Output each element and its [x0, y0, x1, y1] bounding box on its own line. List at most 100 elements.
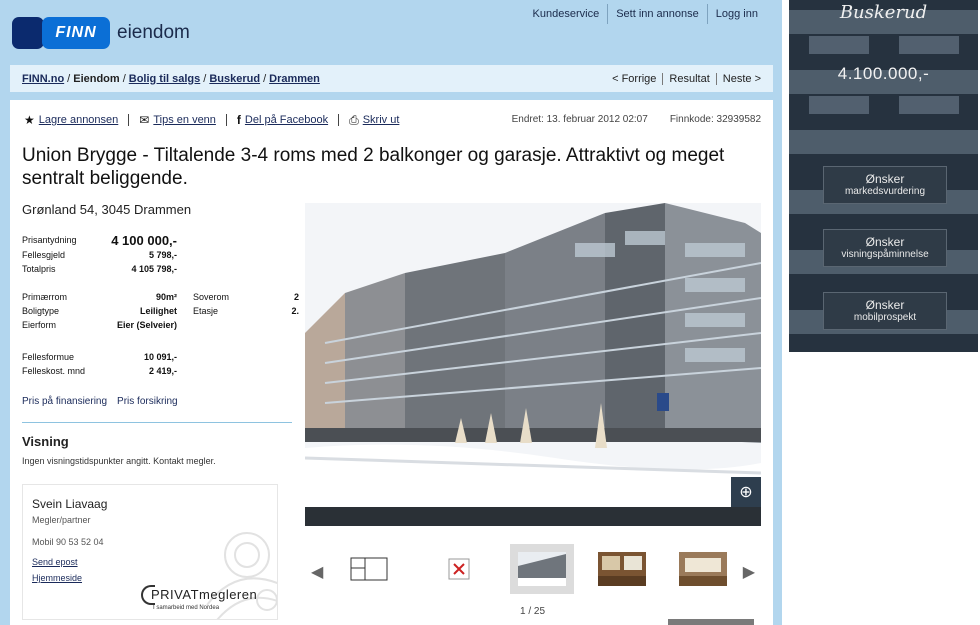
building-photo: [305, 203, 761, 507]
zoom-icon[interactable]: ⊕: [731, 477, 761, 507]
send-email-link[interactable]: Send epost: [32, 557, 78, 567]
changed-date: Endret: 13. februar 2012 02:07: [511, 114, 648, 125]
breadcrumb-buskerud[interactable]: Buskerud: [209, 73, 260, 85]
chevron-right-icon[interactable]: ▶: [743, 562, 755, 582]
ad-button-line2: visningspåminnelse: [841, 249, 929, 260]
thumbnail-interior-1[interactable]: [590, 544, 654, 594]
cost-value: 2 419,-: [148, 366, 177, 376]
fact-value: Leilighet: [139, 306, 177, 316]
broken-image-icon: [448, 558, 470, 580]
chevron-left-icon[interactable]: ◀: [311, 562, 323, 582]
agent-name: Svein Liavaag: [32, 497, 108, 511]
ad-mobile-prospect-button[interactable]: Ønsker mobilprospekt: [823, 292, 947, 330]
action-bar: ★ Lagre annonsen ✉ Tips en venn f Del på…: [24, 114, 409, 126]
top-link-sett-inn-annonse[interactable]: Sett inn annonse: [607, 4, 707, 24]
ad-viewing-reminder-button[interactable]: Ønsker visningspåminnelse: [823, 229, 947, 267]
bottom-tab[interactable]: [668, 619, 754, 625]
price-value: 5 798,-: [148, 250, 177, 260]
fact-value: Eier (Selveier): [116, 320, 177, 330]
cost-row: Felleskost. mnd 2 419,-: [22, 364, 177, 378]
ad-button-line2: markedsvurdering: [844, 186, 926, 197]
price-table: Prisantydning 4 100 000,- Fellesgjeld 5 …: [22, 232, 177, 276]
main-photo[interactable]: ⊕: [305, 203, 761, 507]
pager-previous[interactable]: < Forrige: [606, 73, 662, 85]
agent-role: Megler/partner: [32, 515, 91, 525]
photo-caption-bar: [305, 507, 761, 526]
price-key: Prisantydning: [22, 235, 77, 245]
facts-row: Boligtype Leilighet Etasje 2.: [22, 304, 299, 318]
breadcrumb-separator: /: [203, 72, 207, 85]
envelope-icon: ✉: [139, 113, 150, 127]
listing-panel: ★ Lagre annonsen ✉ Tips en venn f Del på…: [10, 100, 773, 625]
price-row: Prisantydning 4 100 000,-: [22, 232, 177, 248]
interior-thumb-image: [679, 552, 727, 586]
insurance-price-link[interactable]: Pris forsikring: [117, 396, 178, 407]
save-ad-label: Lagre annonsen: [38, 114, 119, 126]
top-link-kundeservice[interactable]: Kundeservice: [525, 4, 608, 24]
cost-row: Fellesformue 10 091,-: [22, 350, 177, 364]
cost-value: 10 091,-: [143, 352, 177, 362]
breadcrumb-finn[interactable]: FINN.no: [22, 73, 64, 85]
fact-value: 90m²: [155, 292, 177, 302]
image-counter: 1 / 25: [520, 606, 546, 617]
tip-friend-label: Tips en venn: [153, 114, 216, 126]
price-row: Fellesgjeld 5 798,-: [22, 248, 177, 262]
price-row: Totalpris 4 105 798,-: [22, 262, 177, 276]
breadcrumb-separator: /: [263, 72, 267, 85]
costs-table: Fellesformue 10 091,- Felleskost. mnd 2 …: [22, 350, 177, 378]
finance-links: Pris på finansiering Pris forsikring: [22, 396, 178, 407]
thumbnail-strip: ◀ ▶: [305, 542, 761, 600]
pager-next[interactable]: Neste >: [715, 72, 767, 85]
fact-value: 2: [293, 292, 299, 302]
ad-button-line2: mobilprospekt: [853, 312, 917, 323]
facebook-icon: f: [236, 113, 241, 127]
privatmegleren-logo[interactable]: PRIVATmegleren I samarbeid med Nordea: [141, 585, 276, 619]
breadcrumb-separator: /: [67, 72, 71, 85]
facts-row: Primærrom 90m² Soverom 2: [22, 290, 299, 304]
thumbnail-interior-2[interactable]: [671, 544, 735, 594]
facts-table: Primærrom 90m² Soverom 2 Boligtype Leili…: [22, 290, 299, 332]
ad-region-title: Buskerud: [839, 2, 928, 23]
interior-thumb-image: [598, 552, 646, 586]
fact-key: Primærrom: [22, 292, 67, 302]
main-frame: FINN eiendom Kundeservice Sett inn annon…: [0, 0, 782, 625]
cost-key: Felleskost. mnd: [22, 366, 86, 376]
save-ad-action[interactable]: ★ Lagre annonsen: [24, 114, 128, 126]
thumbnail-missing[interactable]: [427, 544, 491, 594]
fact-key: Etasje: [193, 306, 219, 316]
top-link-logg-inn[interactable]: Logg inn: [706, 4, 766, 24]
top-links: Kundeservice Sett inn annonse Logg inn: [525, 4, 766, 24]
ad-banner[interactable]: Buskerud 4.100.000,- Ønsker markedsvurde…: [789, 0, 978, 352]
breadcrumb-eiendom: Eiendom: [73, 72, 120, 85]
price-value: 4 100 000,-: [111, 232, 177, 248]
star-icon: ★: [24, 113, 35, 127]
ad-price: 4.100.000,-: [837, 64, 930, 83]
print-label: Skriv ut: [362, 114, 400, 126]
fact-key: Eierform: [22, 320, 57, 330]
finance-price-link[interactable]: Pris på finansiering: [22, 396, 107, 407]
print-action[interactable]: ⎙ Skriv ut: [338, 114, 409, 126]
breadcrumb-drammen[interactable]: Drammen: [269, 73, 320, 85]
floorplan-image: [345, 552, 393, 586]
pager-results[interactable]: Resultat: [662, 72, 715, 85]
company-subtitle: I samarbeid med Nordea: [153, 605, 220, 611]
building-thumb-image: [518, 552, 566, 586]
logo-suffix: eiendom: [117, 22, 190, 43]
ad-button-line1: Ønsker: [865, 298, 905, 312]
thumbnail-building[interactable]: [510, 544, 574, 594]
thumbnail-floorplan[interactable]: [337, 544, 401, 594]
share-facebook-action[interactable]: f Del på Facebook: [225, 113, 338, 127]
logo-square: [12, 17, 44, 49]
ad-market-valuation-button[interactable]: Ønsker markedsvurdering: [823, 166, 947, 204]
finn-logo[interactable]: FINN: [12, 17, 110, 49]
tip-friend-action[interactable]: ✉ Tips en venn: [128, 114, 226, 126]
section-divider: [22, 422, 292, 423]
listing-title: Union Brygge - Tiltalende 3-4 roms med 2…: [22, 145, 725, 189]
fact-key: Boligtype: [22, 306, 60, 316]
breadcrumb-bolig[interactable]: Bolig til salgs: [129, 73, 201, 85]
homepage-link[interactable]: Hjemmeside: [32, 573, 82, 583]
agent-phone: Mobil 90 53 52 04: [32, 537, 104, 547]
printer-icon: ⎙: [349, 113, 359, 127]
company-name: PRIVATmegleren: [151, 587, 258, 602]
finnkode: Finnkode: 32939582: [669, 114, 761, 125]
